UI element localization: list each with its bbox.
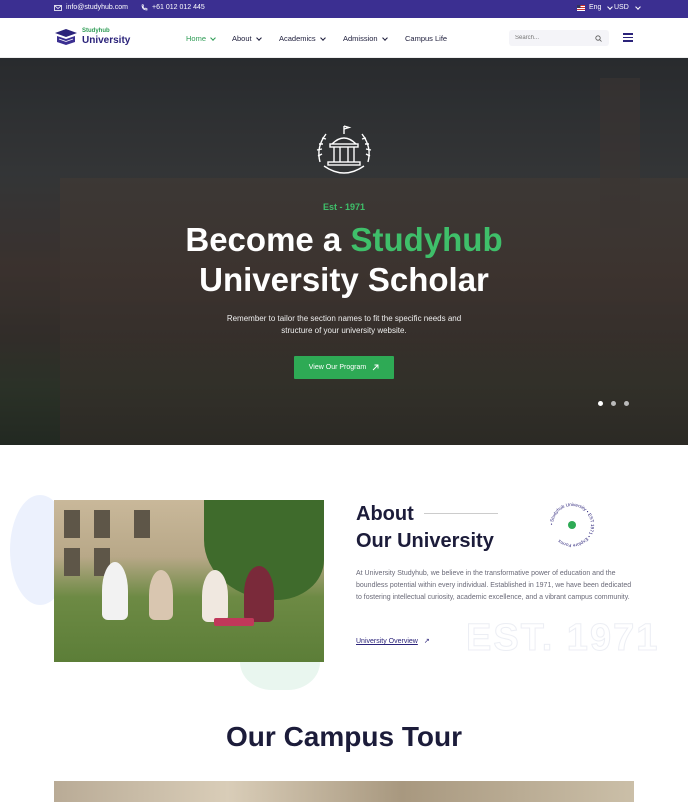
language-label: Eng — [589, 4, 602, 11]
nav-home[interactable]: Home — [186, 34, 216, 43]
hero-title-accent: Studyhub — [350, 221, 503, 258]
nav-campus-life[interactable]: Campus Life — [405, 34, 447, 43]
hero-subtitle: Remember to tailor the section names to … — [226, 314, 462, 335]
badge-center-dot — [568, 521, 576, 529]
search-box — [509, 30, 609, 46]
university-building-emblem-icon — [316, 125, 372, 174]
chevron-down-icon — [607, 3, 614, 10]
hero-title-line2: University Scholar — [199, 261, 489, 298]
circular-badge: • Studyhub University • EST 1971 • Explo… — [549, 502, 595, 548]
university-overview-link[interactable]: University Overview ↗ — [356, 637, 430, 645]
chevron-down-icon — [210, 34, 216, 41]
hero-banner: Est - 1971 Become a Studyhub University … — [0, 58, 688, 445]
students-photo — [54, 500, 324, 662]
nav-campus-life-label: Campus Life — [405, 34, 448, 43]
overview-link-label: University Overview — [356, 638, 418, 645]
top-bar: info@studyhub.com +61 012 012 445 Eng US… — [0, 0, 688, 18]
nav-academics-label: Academics — [279, 34, 316, 43]
arrow-up-right-icon — [372, 364, 379, 371]
hero-title-part1: Become a — [185, 221, 351, 258]
chevron-down-icon — [381, 34, 388, 41]
search-icon[interactable] — [595, 34, 602, 42]
about-paragraph: At University Studyhub, we believe in th… — [356, 570, 632, 601]
logo-big-text: University — [82, 35, 131, 46]
about-heading: About Our University — [356, 501, 494, 555]
language-selector[interactable]: Eng — [577, 3, 614, 11]
nav-admission[interactable]: Admission — [343, 34, 388, 43]
nav-admission-label: Admission — [343, 34, 378, 43]
slider-dots — [598, 401, 629, 406]
campus-tour-heading: Our Campus Tour — [226, 721, 462, 752]
slider-dot[interactable] — [598, 401, 603, 406]
campus-tour-image — [54, 781, 634, 802]
us-flag-icon — [577, 4, 585, 11]
nav-about-label: About — [232, 34, 252, 43]
menu-hamburger-icon[interactable] — [623, 33, 633, 42]
about-heading-line2: Our University — [356, 530, 494, 552]
nav-home-label: Home — [186, 34, 207, 43]
heading-divider — [424, 513, 498, 514]
view-program-button[interactable]: View Our Program — [294, 356, 394, 379]
hero-title: Become a Studyhub University Scholar — [0, 220, 688, 300]
chevron-down-icon — [255, 34, 262, 41]
about-heading-line1: About — [356, 503, 414, 525]
logo-small-text: Studyhub — [82, 28, 110, 34]
topbar-email[interactable]: info@studyhub.com — [54, 4, 128, 11]
topbar-phone[interactable]: +61 012 012 445 — [141, 4, 205, 11]
slider-dot[interactable] — [611, 401, 616, 406]
arrow-up-right-icon: ↗ — [423, 638, 430, 645]
book-logo-icon — [55, 29, 77, 45]
site-logo[interactable]: Studyhub University — [54, 27, 130, 47]
email-text: info@studyhub.com — [66, 4, 128, 11]
hero-est-label: Est - 1971 — [322, 202, 366, 212]
nav-academics[interactable]: Academics — [279, 34, 326, 43]
est-watermark: EST. 1971 — [465, 617, 660, 660]
currency-label: USD — [614, 4, 629, 11]
currency-selector[interactable]: USD — [614, 3, 641, 11]
chevron-down-icon — [634, 3, 641, 10]
slider-dot[interactable] — [624, 401, 629, 406]
search-input[interactable] — [515, 35, 587, 41]
phone-text: +61 012 012 445 — [152, 4, 205, 11]
phone-icon — [141, 4, 148, 11]
chevron-down-icon — [319, 34, 326, 41]
main-header: Studyhub University Home About Academics… — [0, 18, 688, 58]
view-program-label: View Our Program — [308, 364, 367, 371]
mail-icon — [54, 4, 62, 11]
nav-about[interactable]: About — [232, 34, 262, 43]
